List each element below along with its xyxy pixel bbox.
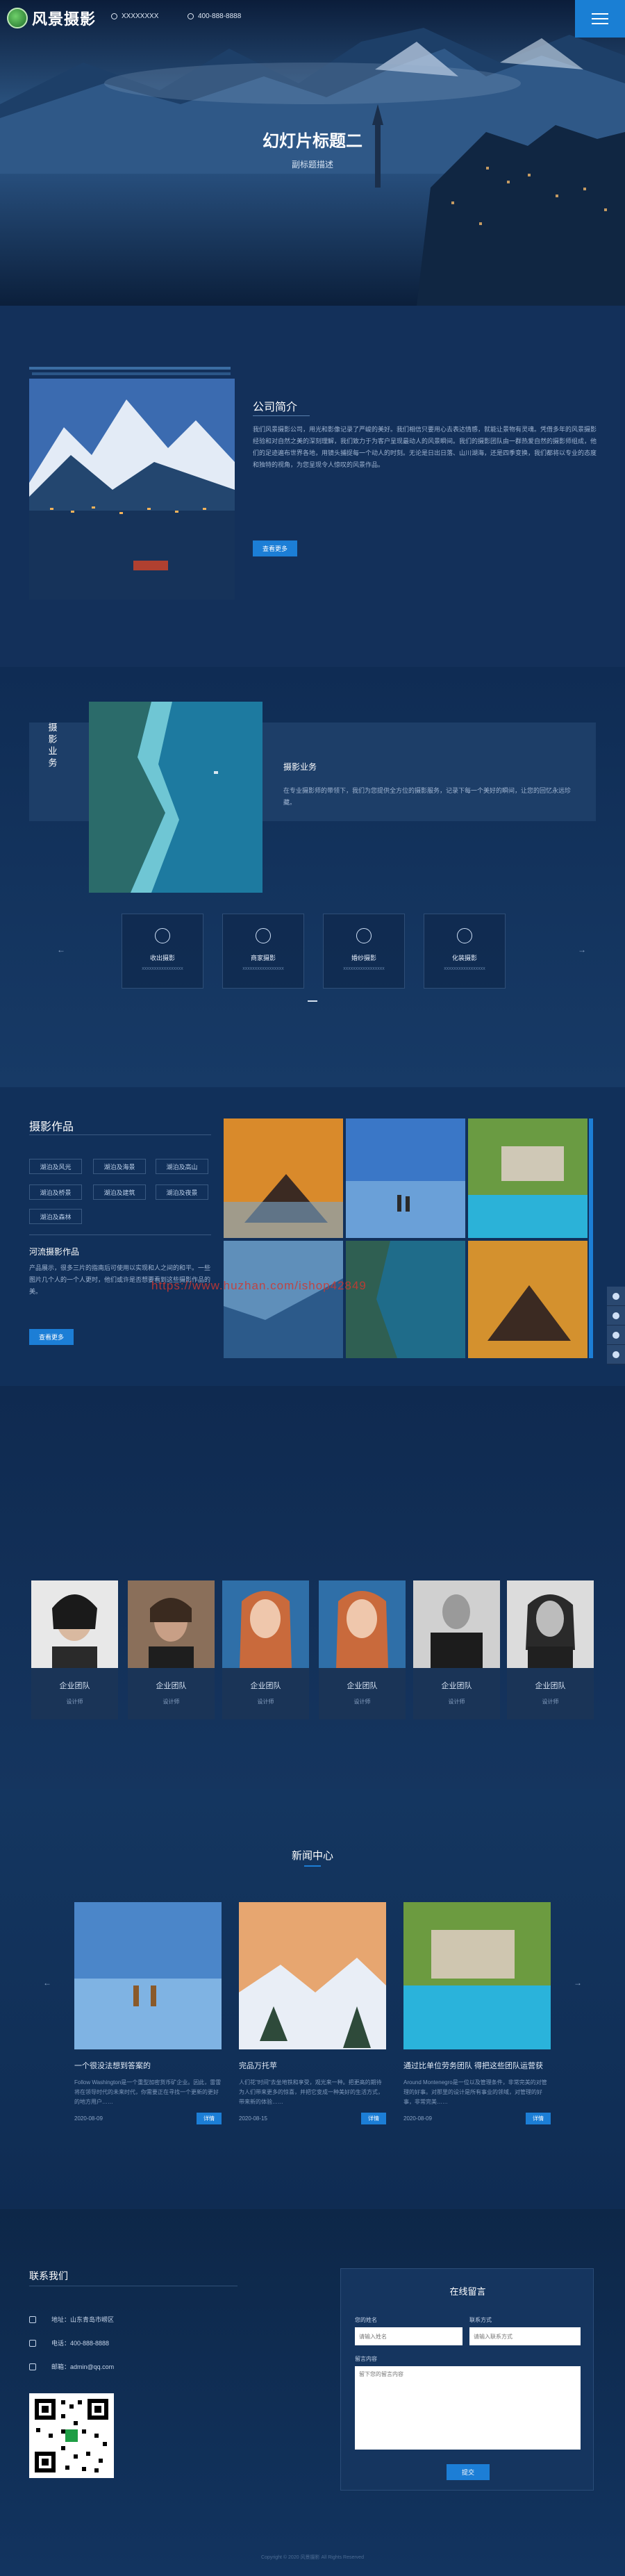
news-prev-arrow[interactable]: ← — [43, 1978, 51, 1988]
business-pager[interactable] — [308, 1000, 317, 1002]
hero-subtitle: 副标题描述 — [291, 160, 333, 170]
works-more-button[interactable]: 查看更多 — [29, 1329, 74, 1345]
team-card-1[interactable]: 企业团队 设计师 — [31, 1580, 118, 1719]
umbrella-icon — [155, 928, 170, 943]
news-card-2[interactable]: 完品万托苹 人们花"时间"去坐地铁和享受，观光来一种。把更高的期待为人们带来更多… — [239, 1902, 386, 2124]
service-card-3[interactable]: 婚纱摄影 xxxxxxxxxxxxxxxxx — [323, 914, 405, 989]
business-prev-arrow[interactable]: ← — [57, 945, 65, 955]
watermark-url: https://www.huzhan.com/ishop42849 — [151, 1279, 367, 1292]
news-next-arrow[interactable]: → — [574, 1978, 582, 1988]
team-photo — [319, 1580, 406, 1668]
logo-icon — [7, 8, 28, 28]
works-tag-2[interactable]: 湖泊及海景 — [93, 1159, 146, 1174]
team-photo — [222, 1580, 309, 1668]
works-tag-3[interactable]: 湖泊及高山 — [156, 1159, 208, 1174]
anchor-icon — [256, 928, 271, 943]
team-photo — [128, 1580, 215, 1668]
works-tag-7[interactable]: 湖泊及森林 — [29, 1209, 82, 1224]
news-card-3[interactable]: 通过比单位劳务团队 得把这些团队运营获 Around Montenegro是一位… — [403, 1902, 551, 2124]
message-textarea[interactable] — [355, 2366, 581, 2450]
works-title: 摄影作品 — [29, 1121, 74, 1133]
message-label: 留言内容 — [355, 2356, 377, 2362]
business-image — [89, 702, 262, 893]
about-text: 我们风景摄影公司，用光和影像记录了严峻的美好。我们相信只要用心去表达情感，就能让… — [253, 426, 597, 468]
info-icon — [356, 928, 372, 943]
works-tag-5[interactable]: 湖泊及建筑 — [93, 1184, 146, 1200]
news-photo — [239, 1902, 386, 2049]
team-photo — [31, 1580, 118, 1668]
menu-button[interactable] — [575, 0, 625, 38]
globe-icon — [457, 928, 472, 943]
site-logo[interactable]: 风景摄影 — [7, 7, 96, 29]
about-title: 公司简介 — [253, 402, 298, 413]
news-photo — [74, 1902, 222, 2049]
team-photo — [413, 1580, 500, 1668]
message-form: 在线留言 您的姓名 联系方式 留言内容 提交 — [340, 2268, 594, 2491]
contact-title: 联系我们 — [29, 2270, 68, 2281]
header-phone: 400-888-8888 — [188, 13, 241, 20]
service-card-2[interactable]: 商家摄影 xxxxxxxxxxxxxxxxx — [222, 914, 304, 989]
location-icon — [29, 2315, 36, 2323]
business-text: 在专业摄影师的带领下，我们为您提供全方位的摄影服务，记录下每一个美好的瞬间，让您… — [283, 787, 572, 806]
contact-input[interactable] — [469, 2327, 581, 2345]
gallery-photo[interactable] — [346, 1241, 465, 1358]
site-header: 风景摄影 XXXXXXXX 400-888-8888 — [0, 0, 625, 38]
phone-icon — [29, 2339, 36, 2347]
news-detail-button[interactable]: 详情 — [526, 2113, 551, 2124]
works-subtitle: 河流摄影作品 — [29, 1247, 80, 1257]
hero-title: 幻灯片标题二 — [262, 132, 362, 151]
news-title: 新闻中心 — [291, 1850, 333, 1862]
business-section: 摄影业务 摄影业务 在专业摄影师的带领下，我们为您提供全方位的摄影服务，记录下每… — [0, 667, 625, 1087]
float-top-icon[interactable] — [607, 1345, 625, 1364]
business-vertical-title: 摄影业务 — [47, 723, 58, 770]
gallery-photo[interactable] — [346, 1118, 465, 1238]
form-title: 在线留言 — [449, 2286, 486, 2297]
float-qq-icon[interactable] — [607, 1287, 625, 1306]
about-image — [29, 379, 235, 600]
gallery-photo[interactable] — [224, 1118, 343, 1238]
float-wechat-icon[interactable] — [607, 1326, 625, 1345]
service-card-1[interactable]: 收出摄影 xxxxxxxxxxxxxxxxx — [122, 914, 203, 989]
hero-landscape-image — [0, 0, 625, 306]
team-card-4[interactable]: 企业团队 设计师 — [319, 1580, 406, 1719]
contact-email: 邮箱：admin@qq.com — [29, 2362, 114, 2371]
about-more-button[interactable]: 查看更多 — [253, 540, 298, 556]
contact-phone: 电话：400-888-8888 — [29, 2338, 109, 2347]
name-input[interactable] — [355, 2327, 462, 2345]
mail-icon — [29, 2363, 36, 2370]
news-detail-button[interactable]: 详情 — [197, 2113, 222, 2124]
float-phone-icon[interactable] — [607, 1306, 625, 1326]
submit-button[interactable]: 提交 — [447, 2464, 490, 2480]
qr-code — [29, 2393, 114, 2478]
team-card-5[interactable]: 企业团队 设计师 — [413, 1580, 500, 1719]
team-card-6[interactable]: 企业团队 设计师 — [507, 1580, 594, 1719]
name-label: 您的姓名 — [355, 2317, 377, 2323]
gallery-photo[interactable] — [468, 1241, 588, 1358]
location-icon — [111, 13, 117, 19]
logo-text: 风景摄影 — [32, 10, 97, 28]
gallery-photo[interactable] — [468, 1118, 588, 1238]
hamburger-icon — [592, 13, 608, 15]
works-tag-6[interactable]: 湖泊及夜景 — [156, 1184, 208, 1200]
gallery-photo[interactable] — [224, 1241, 343, 1358]
service-card-4[interactable]: 化装摄影 xxxxxxxxxxxxxxxxx — [424, 914, 506, 989]
team-card-2[interactable]: 企业团队 设计师 — [128, 1580, 215, 1719]
business-title: 摄影业务 — [283, 762, 317, 772]
contact-address: 地址：山东青岛市崂区 — [29, 2315, 114, 2324]
team-photo — [507, 1580, 594, 1668]
business-next-arrow[interactable]: → — [578, 945, 586, 955]
header-address: XXXXXXXX — [111, 13, 158, 20]
about-section: 公司简介 我们风景摄影公司，用光和影像记录了严峻的美好。我们相信只要用心去表达情… — [0, 306, 625, 667]
works-gallery — [224, 1118, 593, 1358]
hero-slider: 幻灯片标题二 副标题描述 — [0, 0, 625, 306]
news-detail-button[interactable]: 详情 — [361, 2113, 386, 2124]
phone-icon — [188, 13, 194, 19]
contact-label: 联系方式 — [469, 2317, 492, 2323]
footer-copyright: Copyright © 2020 风景摄影 All Rights Reserve… — [261, 2555, 364, 2560]
works-tag-4[interactable]: 湖泊及桥景 — [29, 1184, 82, 1200]
news-card-1[interactable]: 一个很没法想到答案的 Follow Washington是一个重型加密货币矿企业… — [74, 1902, 222, 2124]
works-tag-1[interactable]: 湖泊及风光 — [29, 1159, 82, 1174]
team-card-3[interactable]: 企业团队 设计师 — [222, 1580, 309, 1719]
news-photo — [403, 1902, 551, 2049]
